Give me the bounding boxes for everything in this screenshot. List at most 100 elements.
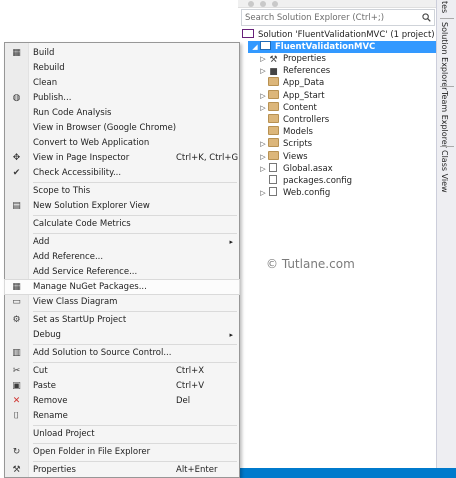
inspector-icon: ✥: [12, 153, 21, 163]
home-icon[interactable]: [272, 1, 278, 7]
expanded-arrow-icon[interactable]: ◢: [250, 41, 260, 53]
expand-arrow-icon[interactable]: ▷: [258, 163, 268, 175]
tree-item-label: App_Start: [283, 90, 325, 101]
menu-item-add-reference[interactable]: Add Reference...: [5, 250, 239, 264]
tree-item-label: Properties: [283, 54, 326, 64]
tree-project-selected[interactable]: ◢ FluentValidationMVC: [248, 41, 436, 53]
menu-item-build[interactable]: ▦ Build: [5, 46, 239, 60]
menu-item-new-explorer-view[interactable]: ▤ New Solution Explorer View: [5, 199, 239, 213]
rename-icon: ⌷: [13, 411, 20, 421]
class-diagram-icon: ▭: [12, 297, 21, 307]
tree-item[interactable]: ▷ Scripts: [258, 138, 312, 150]
folder-icon: [268, 114, 279, 123]
references-icon: ■: [269, 67, 278, 78]
tab-solution-explorer[interactable]: Solution Explorer: [440, 22, 449, 90]
tree-item-label: packages.config: [283, 176, 353, 186]
tab-properties-cut[interactable]: tes: [440, 1, 449, 13]
menu-item-remove[interactable]: ✕ Remove Del: [5, 394, 239, 408]
search-input[interactable]: Search Solution Explorer (Ctrl+;): [241, 9, 435, 26]
expand-arrow-icon[interactable]: ▷: [258, 65, 268, 77]
forward-icon[interactable]: [260, 1, 266, 7]
menu-separator: [33, 461, 237, 462]
back-icon[interactable]: [248, 1, 254, 7]
menu-item-run-code-analysis[interactable]: Run Code Analysis: [5, 106, 239, 120]
menu-item-rebuild[interactable]: Rebuild: [5, 61, 239, 75]
globe-icon: ◍: [12, 93, 21, 103]
tree-item-label: Web.config: [283, 188, 331, 199]
tree-item[interactable]: ▷ ⚒ Properties: [258, 53, 326, 65]
expand-arrow-icon[interactable]: ▷: [258, 102, 268, 114]
tab-team-explorer[interactable]: Team Explorer: [440, 91, 449, 148]
file-icon: [269, 175, 277, 184]
scissors-icon: ✂: [12, 366, 21, 376]
menu-item-calculate-code-metrics[interactable]: Calculate Code Metrics: [5, 217, 239, 231]
tree-item[interactable]: ▷ App_Start: [258, 89, 325, 102]
web-project-icon: [260, 41, 271, 50]
menu-item-add[interactable]: Add ▸: [5, 235, 239, 249]
tree-item[interactable]: Controllers: [258, 114, 329, 126]
menu-item-rename[interactable]: ⌷ Rename: [5, 409, 239, 423]
context-menu: ▦ Build Rebuild Clean ◍ Publish... Run Cod…: [4, 42, 240, 478]
wrench-icon: ⚒: [269, 55, 278, 65]
tree-item[interactable]: packages.config: [258, 175, 352, 187]
tree-item-label: References: [283, 66, 331, 77]
tree-item[interactable]: ▷ Web.config: [258, 187, 330, 199]
tree-item[interactable]: ▷ ■ References: [258, 65, 330, 77]
menu-item-cut[interactable]: ✂ Cut Ctrl+X: [5, 364, 239, 378]
wrench-icon: ⚒: [12, 465, 21, 475]
menu-item-clean[interactable]: Clean: [5, 76, 239, 90]
menu-separator: [33, 443, 237, 444]
search-icon[interactable]: [422, 13, 431, 22]
tree-item[interactable]: ▷ Views: [258, 150, 308, 163]
solution-label: Solution 'FluentValidationMVC' (1 projec…: [258, 30, 435, 40]
tab-divider: [440, 86, 454, 87]
project-label: FluentValidationMVC: [275, 42, 376, 52]
menu-item-debug[interactable]: Debug ▸: [5, 328, 239, 342]
gear-icon: ⚙: [12, 315, 21, 325]
menu-item-scope-to-this[interactable]: Scope to This: [5, 184, 239, 198]
expand-arrow-icon[interactable]: ▷: [258, 138, 268, 150]
tree-item[interactable]: ▷ Content: [258, 101, 317, 114]
expand-arrow-icon[interactable]: ▷: [258, 53, 268, 65]
tree-solution[interactable]: Solution 'FluentValidationMVC' (1 projec…: [242, 29, 435, 41]
menu-item-properties[interactable]: ⚒ Properties Alt+Enter: [5, 463, 239, 477]
search-placeholder: Search Solution Explorer (Ctrl+;): [245, 13, 385, 23]
menu-separator: [33, 362, 237, 363]
menu-item-check-accessibility[interactable]: ✔ Check Accessibility...: [5, 166, 239, 180]
menu-item-view-class-diagram[interactable]: ▭ View Class Diagram: [5, 295, 239, 309]
folder-icon: [268, 126, 279, 136]
remove-x-icon: ✕: [12, 396, 21, 406]
menu-separator: [33, 311, 237, 312]
tree-item[interactable]: App_Data: [258, 77, 324, 89]
expand-arrow-icon[interactable]: ▷: [258, 151, 268, 163]
tree-item[interactable]: ▷ Global.asax: [258, 162, 333, 175]
menu-separator: [33, 425, 237, 426]
menu-item-convert-web-app[interactable]: Convert to Web Application: [5, 136, 239, 150]
tree-item-label: Views: [283, 151, 308, 162]
menu-item-view-in-browser[interactable]: View in Browser (Google Chrome): [5, 121, 239, 135]
folder-icon: [268, 138, 279, 148]
menu-item-add-to-source-control[interactable]: ▥ Add Solution to Source Control...: [5, 346, 239, 360]
menu-item-view-in-page-inspector[interactable]: ✥ View in Page Inspector Ctrl+K, Ctrl+G: [5, 151, 239, 165]
submenu-arrow-icon: ▸: [229, 238, 233, 246]
menu-item-set-startup[interactable]: ⚙ Set as StartUp Project: [5, 313, 239, 327]
menu-item-paste[interactable]: ▣ Paste Ctrl+V: [5, 379, 239, 393]
tree-item[interactable]: Models: [258, 126, 313, 138]
watermark: © Tutlane.com: [266, 257, 355, 271]
tree-item-label: Scripts: [283, 139, 313, 150]
folder-icon: [268, 77, 279, 87]
tree-item-label: App_Data: [283, 78, 325, 89]
menu-item-add-service-reference[interactable]: Add Service Reference...: [5, 265, 239, 279]
source-control-icon: ▥: [12, 348, 21, 358]
tab-class-view[interactable]: Class View: [440, 150, 449, 193]
menu-item-manage-nuget[interactable]: ▦ Manage NuGet Packages...: [4, 279, 240, 295]
menu-item-open-folder[interactable]: ↻ Open Folder in File Explorer: [5, 445, 239, 459]
menu-item-publish[interactable]: ◍ Publish...: [5, 91, 239, 105]
menu-item-unload-project[interactable]: Unload Project: [5, 427, 239, 441]
file-icon: [269, 187, 277, 197]
submenu-arrow-icon: ▸: [229, 331, 233, 339]
window-icon: ▤: [12, 201, 21, 211]
tab-divider: [440, 146, 454, 147]
expand-arrow-icon[interactable]: ▷: [258, 90, 268, 102]
expand-arrow-icon[interactable]: ▷: [258, 187, 268, 199]
